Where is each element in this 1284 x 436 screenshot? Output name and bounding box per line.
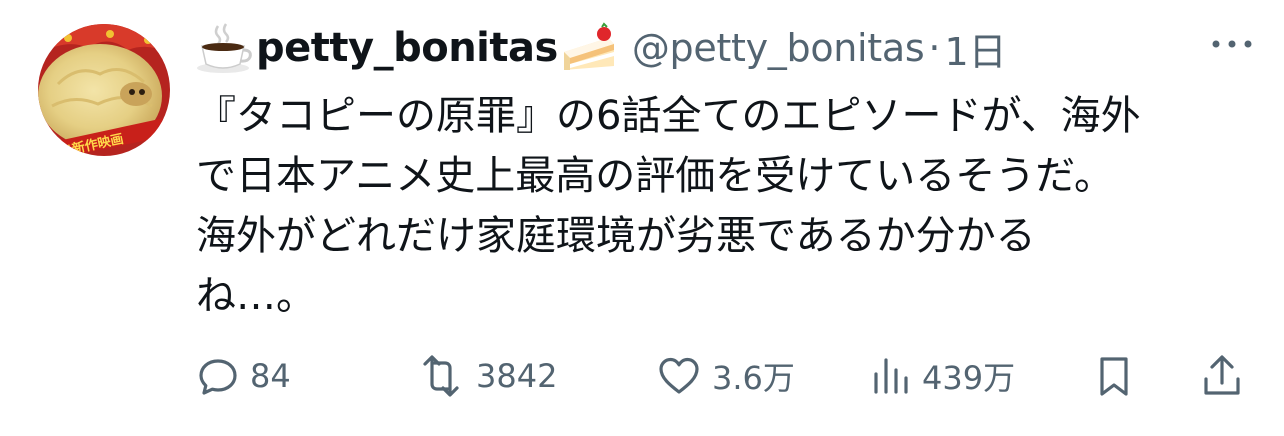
- post-text-line: ね…。: [196, 273, 316, 319]
- avatar[interactable]: 祝!新作映画: [38, 24, 170, 156]
- action-bar: 84 3842 3.6万 439万: [196, 346, 1256, 406]
- heart-icon: [656, 354, 702, 398]
- post-text: 『タコピーの原罪』の6話全てのエピソードが、海外 で日本アニメ史上最高の評価を受…: [196, 86, 1266, 326]
- like-count: 3.6万: [712, 359, 795, 397]
- coffee-cup-icon: [196, 22, 254, 74]
- post-time[interactable]: 1日: [945, 21, 1007, 76]
- repost-count: 3842: [476, 357, 558, 395]
- bookmark-icon: [1094, 354, 1134, 398]
- repost-icon: [416, 354, 466, 398]
- reply-button[interactable]: 84: [196, 346, 291, 406]
- repost-button[interactable]: 3842: [416, 346, 557, 406]
- tweet: 祝!新作映画 petty_bonitas @petty_bonitas · 1日…: [0, 0, 1284, 436]
- display-name[interactable]: petty_bonitas: [256, 25, 558, 71]
- separator-dot: ·: [928, 26, 941, 70]
- bookmark-button[interactable]: [1094, 346, 1134, 406]
- user-handle[interactable]: @petty_bonitas: [632, 26, 925, 70]
- views-bar-chart-icon: [870, 354, 912, 398]
- reply-icon: [196, 354, 240, 398]
- reply-count: 84: [250, 357, 291, 395]
- post-text-line: 海外がどれだけ家庭環境が劣悪であるか分かる: [196, 213, 1036, 259]
- like-button[interactable]: 3.6万: [656, 346, 795, 406]
- more-options-icon[interactable]: [1208, 30, 1256, 58]
- views-count: 439万: [922, 359, 1016, 397]
- post-text-line: 『タコピーの原罪』の6話全てのエピソードが、海外: [196, 93, 1141, 139]
- shortcake-icon: [560, 22, 618, 74]
- post-text-line: で日本アニメ史上最高の評価を受けているそうだ。: [196, 153, 1114, 199]
- views-button[interactable]: 439万: [870, 346, 1015, 406]
- post-header: petty_bonitas @petty_bonitas · 1日: [196, 18, 1007, 78]
- share-button[interactable]: [1200, 346, 1244, 406]
- avatar-image: 祝!新作映画: [38, 24, 170, 156]
- share-icon: [1200, 353, 1244, 399]
